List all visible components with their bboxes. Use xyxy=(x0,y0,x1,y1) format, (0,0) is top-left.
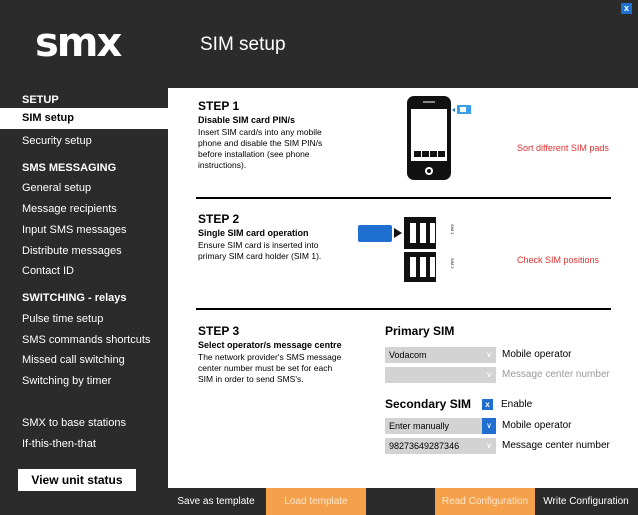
secondary-sim-title: Secondary SIM xyxy=(385,397,472,411)
view-unit-status-button[interactable]: View unit status xyxy=(18,469,136,491)
desc-line: phone and disable the SIM PIN/s xyxy=(198,138,323,148)
chevron-down-icon: ∨ xyxy=(482,418,496,434)
close-button[interactable]: x xyxy=(621,3,632,14)
save-template-button[interactable]: Save as template xyxy=(168,488,264,515)
chevron-down-icon: ∨ xyxy=(486,350,492,359)
sidebar-item-label: SIM setup xyxy=(22,112,74,124)
desc-line: Insert SIM card/s into any mobile xyxy=(198,127,322,137)
secondary-message-center-input[interactable]: 98273649287346 ∨ xyxy=(385,438,496,454)
primary-sim-title: Primary SIM xyxy=(385,324,455,338)
sidebar-item-sms-commands-shortcuts[interactable]: SMS commands shortcuts xyxy=(22,334,150,346)
main-content: STEP 1 Disable SIM card PIN/s Insert SIM… xyxy=(168,88,638,488)
sim-holder-illustration: SIM 1 SIM 2 xyxy=(358,217,455,282)
sidebar-section-setup: SETUP xyxy=(22,94,59,106)
secondary-sim-enable-checkbox[interactable]: x xyxy=(482,399,493,410)
step1-description: Insert SIM card/s into any mobile phone … xyxy=(198,127,322,171)
divider xyxy=(196,308,611,310)
step1-subtitle: Disable SIM card PIN/s xyxy=(198,115,296,125)
step2-subtitle: Single SIM card operation xyxy=(198,228,309,238)
sidebar-item-sim-setup[interactable]: SIM setup xyxy=(0,108,168,129)
page-title: SIM setup xyxy=(200,34,286,55)
sidebar-item-security-setup[interactable]: Security setup xyxy=(22,135,92,147)
desc-line: Ensure SIM card is inserted into xyxy=(198,240,319,250)
secondary-operator-label: Mobile operator xyxy=(502,420,572,431)
primary-operator-select[interactable]: Vodacom ∨ xyxy=(385,347,496,363)
select-value: Vodacom xyxy=(389,350,427,360)
sidebar-item-pulse-time-setup[interactable]: Pulse time setup xyxy=(22,313,103,325)
sidebar-item-distribute-messages[interactable]: Distribute messages xyxy=(22,245,122,257)
step2-description: Ensure SIM card is inserted into primary… xyxy=(198,240,321,262)
check-sim-positions-link[interactable]: Check SIM positions xyxy=(517,255,599,265)
write-configuration-button[interactable]: Write Configuration xyxy=(537,488,635,515)
sidebar-item-switching-by-timer[interactable]: Switching by timer xyxy=(22,375,111,387)
secondary-sim-enable-label: Enable xyxy=(501,399,533,410)
desc-line: before installation (see phone xyxy=(198,149,310,159)
step2-title: STEP 2 xyxy=(198,212,240,226)
sim1-label: SIM 1 xyxy=(450,224,455,235)
primary-message-center-input[interactable]: ∨ xyxy=(385,367,496,383)
sidebar-section-sms-messaging: SMS MESSAGING xyxy=(22,162,117,174)
desc-line: primary SIM card holder (SIM 1). xyxy=(198,251,322,261)
step3-description: The network provider's SMS message cente… xyxy=(198,352,341,385)
sidebar-item-smx-to-base-stations[interactable]: SMX to base stations xyxy=(22,417,126,429)
sidebar-item-general-setup[interactable]: General setup xyxy=(22,182,91,194)
sidebar-item-message-recipients[interactable]: Message recipients xyxy=(22,203,117,215)
sidebar-section-switching: SWITCHING - relays xyxy=(22,292,127,304)
load-template-button[interactable]: Load template xyxy=(266,488,366,515)
read-configuration-button[interactable]: Read Configuration xyxy=(435,488,535,515)
chevron-down-icon: ∨ xyxy=(486,370,492,379)
secondary-operator-select[interactable]: Enter manually ∨ xyxy=(385,418,496,434)
logo-area: smx xyxy=(0,0,168,88)
primary-message-center-label: Message center number xyxy=(502,369,610,380)
sidebar-item-if-this-then-that[interactable]: If-this-then-that xyxy=(22,438,96,450)
title-bar: SIM setup x xyxy=(168,0,638,88)
smx-logo: smx xyxy=(35,20,122,66)
chevron-down-icon: ∨ xyxy=(486,441,492,450)
step3-subtitle: Select operator/s message centre xyxy=(198,340,342,350)
primary-operator-label: Mobile operator xyxy=(502,349,572,360)
sidebar-item-input-sms-messages[interactable]: Input SMS messages xyxy=(22,224,127,236)
select-value: 98273649287346 xyxy=(389,441,460,451)
app-window: smx SIM setup x SETUP SIM setup Security… xyxy=(0,0,638,515)
sim2-label: SIM 2 xyxy=(450,258,455,269)
desc-line: The network provider's SMS message xyxy=(198,352,342,362)
footer-toolbar: Save as template Load template Read Conf… xyxy=(168,488,638,515)
sidebar-item-missed-call-switching[interactable]: Missed call switching xyxy=(22,354,125,366)
sidebar: SETUP SIM setup Security setup SMS MESSA… xyxy=(0,88,168,515)
desc-line: center number must be set for each xyxy=(198,363,333,373)
phone-illustration xyxy=(407,96,471,180)
step1-title: STEP 1 xyxy=(198,99,240,113)
step3-title: STEP 3 xyxy=(198,324,240,338)
divider xyxy=(196,197,611,199)
desc-line: instructions). xyxy=(198,160,247,170)
sort-sim-pads-link[interactable]: Sort different SIM pads xyxy=(517,143,609,153)
desc-line: SIM in order to send SMS's. xyxy=(198,374,304,384)
select-value: Enter manually xyxy=(389,421,450,431)
sidebar-item-contact-id[interactable]: Contact ID xyxy=(22,265,74,277)
secondary-message-center-label: Message center number xyxy=(502,440,610,451)
